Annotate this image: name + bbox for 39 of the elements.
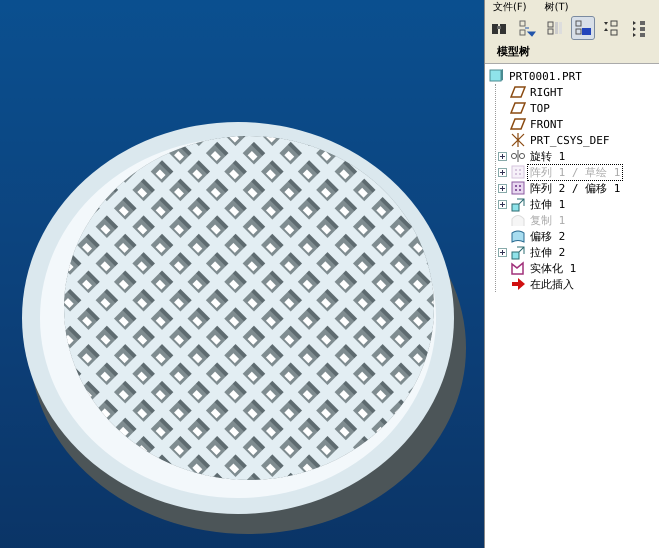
extrude-icon	[510, 244, 526, 260]
tree-item[interactable]: 阵列 2 / 偏移 1	[528, 180, 622, 196]
menu-item[interactable]: 文件(F)	[493, 0, 527, 14]
axes-icon	[510, 132, 526, 148]
expand-toggle[interactable]	[498, 248, 507, 256]
revolve-icon	[510, 148, 526, 164]
parallelogram-icon	[510, 100, 526, 116]
tree-item[interactable]: RIGHT	[528, 86, 566, 98]
tree-item[interactable]: 旋转 1	[528, 148, 568, 164]
filter-icon	[518, 19, 536, 37]
tree-item[interactable]: TOP	[528, 102, 552, 114]
grid-icon	[510, 180, 526, 196]
columns-icon	[546, 19, 564, 37]
arrow-icon	[510, 276, 526, 292]
tree-item[interactable]: 实体化 1	[528, 260, 578, 276]
tree-item[interactable]: 拉伸 1	[528, 196, 568, 212]
tree-item[interactable]: 拉伸 2	[528, 244, 568, 260]
toolbar-button[interactable]	[571, 16, 595, 40]
extrude-icon	[510, 196, 526, 212]
tree-item[interactable]: PRT_CSYS_DEF	[528, 134, 612, 146]
expand-toggle[interactable]	[498, 200, 507, 208]
surface-icon	[510, 212, 526, 228]
expand-toggle[interactable]	[498, 152, 507, 160]
collapse-icon	[630, 19, 648, 37]
tree-item[interactable]: 在此插入	[528, 276, 576, 292]
expand-icon	[602, 19, 620, 37]
tree-item[interactable]: FRONT	[528, 118, 566, 130]
parallelogram-icon	[510, 116, 526, 132]
panel-title: 模型树	[485, 42, 659, 64]
parallelogram-icon	[510, 84, 526, 100]
tree-item[interactable]: 偏移 2	[528, 228, 568, 244]
tree-item[interactable]: PRT0001.PRT	[507, 70, 584, 82]
solidify-icon	[510, 260, 526, 276]
tree-icon	[574, 19, 592, 37]
expand-toggle[interactable]	[498, 184, 507, 192]
menu-item[interactable]: 树(T)	[544, 0, 568, 14]
surface-icon	[510, 228, 526, 244]
cube-icon	[489, 68, 505, 84]
grid-icon	[510, 164, 526, 180]
